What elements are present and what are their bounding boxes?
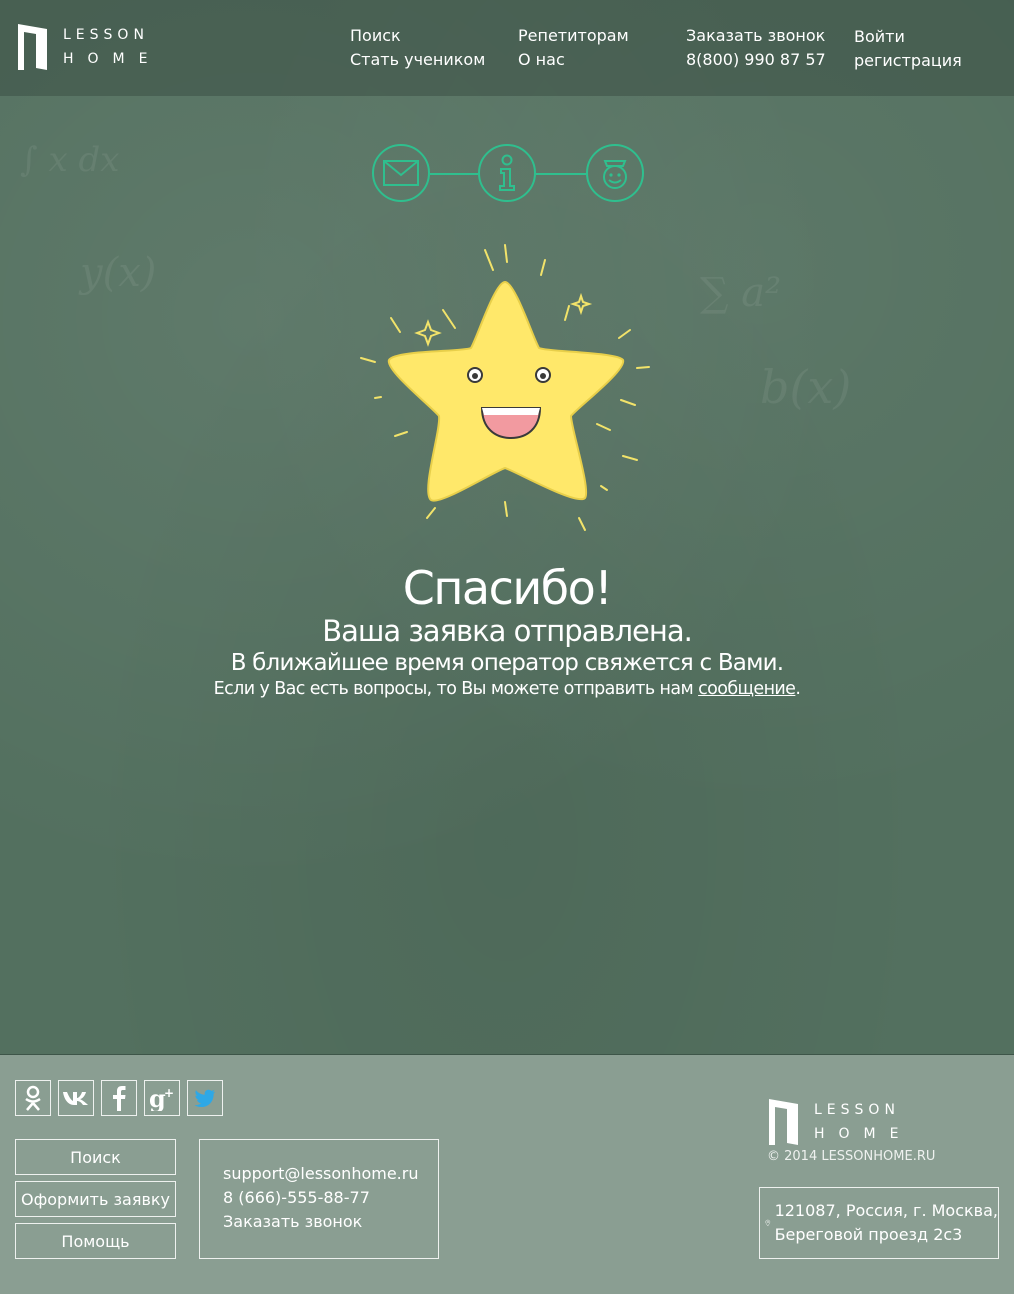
logo-text: LESSON HOME <box>814 1102 913 1142</box>
chalk-scribble: ∫ x dx <box>20 140 120 180</box>
nav-phone-link[interactable]: 8(800) 990 87 57 <box>686 48 826 72</box>
site-header: LESSON HOME Поиск Стать учеником Репетит… <box>0 0 1014 96</box>
chalk-scribble: y(x) <box>80 250 157 296</box>
nav-column-1: Поиск Стать учеником <box>350 24 485 72</box>
chalk-scribble: ∑ a² <box>700 270 782 316</box>
questions-note-end: . <box>795 679 801 699</box>
step-envelope <box>372 144 430 202</box>
location-pin-icon <box>765 1219 771 1227</box>
vk-icon[interactable] <box>58 1080 94 1116</box>
step-connector <box>536 173 586 175</box>
footer-help-button[interactable]: Помощь <box>15 1223 176 1259</box>
envelope-icon <box>383 160 419 186</box>
social-links: g + <box>15 1080 223 1116</box>
step-info <box>478 144 536 202</box>
nav-column-2: Репетиторам О нас <box>518 24 629 72</box>
info-icon <box>499 154 515 191</box>
nav-tutors-link[interactable]: Репетиторам <box>518 24 629 48</box>
questions-note-text: Если у Вас есть вопросы, то Вы можете от… <box>213 679 699 699</box>
address-box: 121087, Россия, г. Москва, Береговой про… <box>759 1187 999 1259</box>
address-text: 121087, Россия, г. Москва, Береговой про… <box>775 1199 998 1247</box>
odnoklassniki-icon[interactable] <box>15 1080 51 1116</box>
copyright-text: © 2014 LESSONHOME.RU <box>767 1149 936 1164</box>
request-sent-subtitle: Ваша заявка отправлена. <box>322 614 693 648</box>
footer-search-button[interactable]: Поиск <box>15 1139 176 1175</box>
nav-column-4: Войти регистрация <box>854 25 962 73</box>
operator-contact-text: В ближайшее время оператор свяжется с Ва… <box>230 650 784 676</box>
address-line-2: Береговой проезд 2с3 <box>774 1225 963 1244</box>
logo-door-icon <box>769 1099 798 1145</box>
nav-column-3: Заказать звонок 8(800) 990 87 57 <box>686 24 826 72</box>
thanks-title: Спасибо! <box>402 561 613 615</box>
support-email-link[interactable]: support@lessonhome.ru <box>223 1162 438 1186</box>
questions-note: Если у Вас есть вопросы, то Вы можете от… <box>0 677 1014 701</box>
send-message-link[interactable]: сообщение <box>698 679 796 699</box>
nav-search-link[interactable]: Поиск <box>350 24 485 48</box>
order-callback-link[interactable]: Заказать звонок <box>223 1210 438 1234</box>
nav-about-link[interactable]: О нас <box>518 48 629 72</box>
graduate-smile-icon <box>603 160 627 189</box>
facebook-icon[interactable] <box>101 1080 137 1116</box>
logo-door-icon <box>18 24 47 70</box>
nav-become-student-link[interactable]: Стать учеником <box>350 48 485 72</box>
contact-box: support@lessonhome.ru 8 (666)-555-88-77 … <box>199 1139 439 1259</box>
star-icon <box>360 244 650 531</box>
footer-logo[interactable]: LESSON HOME <box>767 1097 912 1147</box>
nav-login-link[interactable]: Войти <box>854 25 962 49</box>
chalk-scribble: b(x) <box>760 360 852 414</box>
logo-text: LESSON HOME <box>63 27 162 67</box>
twitter-icon[interactable] <box>187 1080 223 1116</box>
step-graduate <box>586 144 644 202</box>
nav-register-link[interactable]: регистрация <box>854 49 962 73</box>
google-plus-icon[interactable]: g + <box>144 1080 180 1116</box>
footer-order-button[interactable]: Оформить заявку <box>15 1181 176 1217</box>
nav-order-call-link[interactable]: Заказать звонок <box>686 24 826 48</box>
happy-star-illustration <box>355 240 655 540</box>
support-phone[interactable]: 8 (666)-555-88-77 <box>223 1186 438 1210</box>
address-line-1: 121087, Россия, г. Москва, <box>774 1201 998 1220</box>
step-connector <box>430 173 478 175</box>
svg-text:+: + <box>164 1086 174 1100</box>
header-logo[interactable]: LESSON HOME <box>16 22 161 72</box>
progress-steps <box>372 144 644 204</box>
site-footer: g + Поиск Оформить заявку Помощь support@… <box>0 1054 1014 1294</box>
